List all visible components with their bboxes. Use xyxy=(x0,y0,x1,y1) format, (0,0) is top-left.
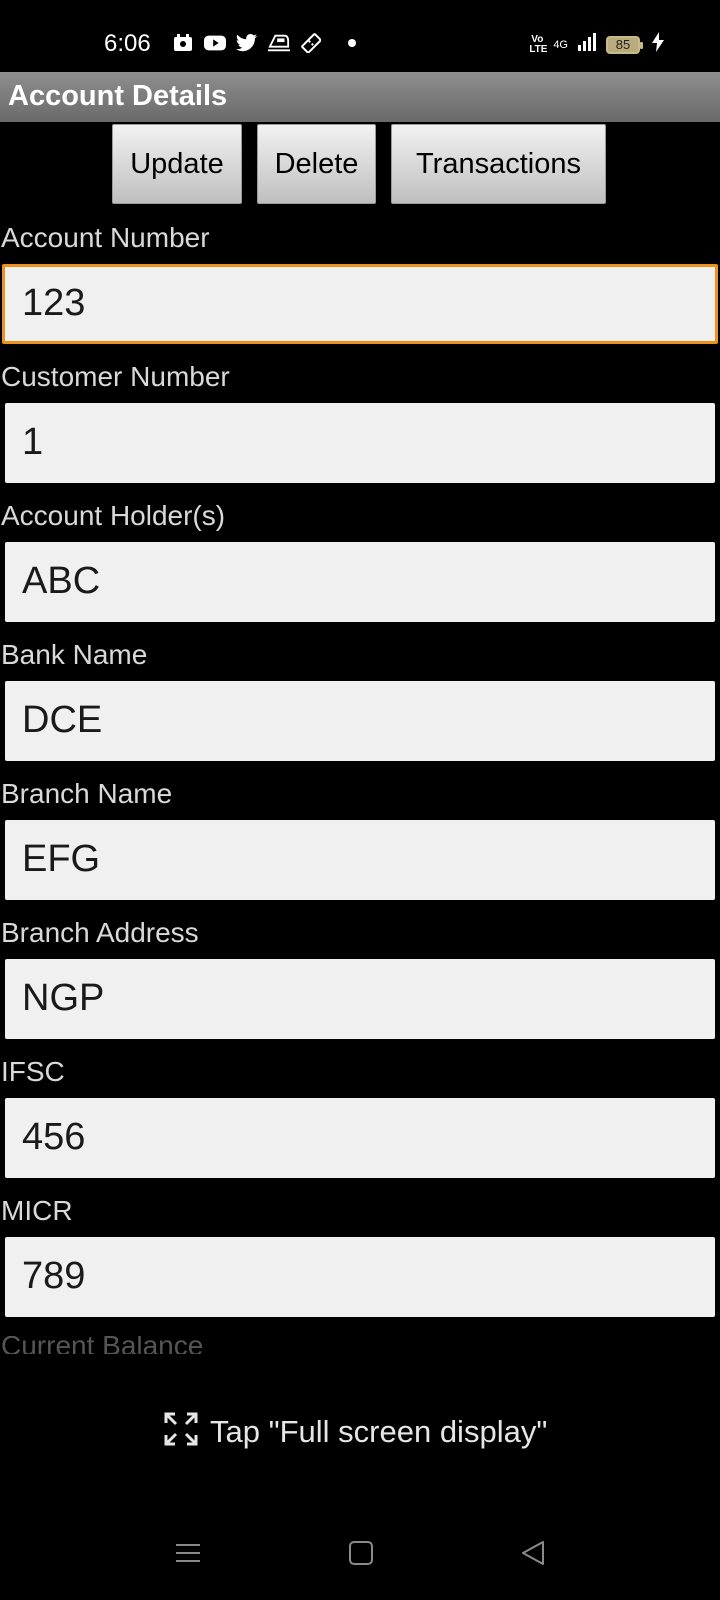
current-balance-label-text: Current Balance xyxy=(1,1336,204,1354)
battery-level: 85 xyxy=(615,37,631,52)
customer-number-label: Customer Number xyxy=(1,361,230,392)
signal-icon xyxy=(578,33,598,56)
home-nav-button[interactable] xyxy=(348,1540,374,1571)
volte-icon: Vo LTE xyxy=(529,33,548,55)
branch-address-field[interactable]: NGP xyxy=(5,959,715,1039)
delete-button[interactable]: Delete xyxy=(257,124,376,204)
account-number-field[interactable]: 123 xyxy=(2,264,718,344)
micr-label: MICR xyxy=(1,1195,73,1226)
fullscreen-hint-text: Tap "Full screen display" xyxy=(210,1413,548,1449)
ifsc-label: IFSC xyxy=(1,1056,65,1087)
notification-icons xyxy=(172,32,356,54)
title-bar: Account Details xyxy=(0,72,720,122)
system-status-icons: Vo LTE 4G 85 xyxy=(529,32,664,57)
branch-name-value: EFG xyxy=(22,838,101,880)
customer-number-value: 1 xyxy=(22,421,44,463)
youtube-icon xyxy=(204,32,226,54)
back-nav-button[interactable] xyxy=(520,1540,546,1571)
branch-name-label: Branch Name xyxy=(1,778,173,809)
battery-icon: 85 xyxy=(606,35,643,54)
ifsc-field[interactable]: 456 xyxy=(5,1098,715,1178)
menu-nav-button[interactable] xyxy=(175,1540,201,1571)
transactions-button[interactable]: Transactions xyxy=(391,124,606,204)
more-notifications-dot xyxy=(348,39,356,47)
charging-icon xyxy=(652,32,664,57)
page-title: Account Details xyxy=(8,80,228,112)
branch-address-label: Branch Address xyxy=(1,917,199,948)
account-holders-label: Account Holder(s) xyxy=(1,500,226,531)
current-balance-label: Current Balance xyxy=(1,1336,203,1354)
fullscreen-hint[interactable]: Tap "Full screen display" xyxy=(164,1412,547,1451)
ifsc-value: 456 xyxy=(22,1116,86,1158)
bank-name-label: Bank Name xyxy=(1,639,148,670)
customer-number-field[interactable]: 1 xyxy=(5,403,715,483)
fullscreen-icon xyxy=(164,1412,198,1451)
account-number-value: 123 xyxy=(22,282,86,324)
train-icon xyxy=(268,32,290,54)
account-holders-value: ABC xyxy=(22,560,101,602)
account-number-label: Account Number xyxy=(1,222,210,253)
bank-name-field[interactable]: DCE xyxy=(5,681,715,761)
bank-name-value: DCE xyxy=(22,699,103,741)
status-bar: 6:06 Vo LTE 4G 85 xyxy=(0,0,720,72)
network-type: 4G xyxy=(553,38,568,51)
ticket-icon xyxy=(300,32,322,54)
update-button[interactable]: Update xyxy=(112,124,242,204)
micr-field[interactable]: 789 xyxy=(5,1237,715,1317)
account-holders-field[interactable]: ABC xyxy=(5,542,715,622)
micr-value: 789 xyxy=(22,1255,86,1297)
status-time: 6:06 xyxy=(104,30,151,57)
branch-address-value: NGP xyxy=(22,977,105,1019)
gallery-icon xyxy=(172,32,194,54)
twitter-icon xyxy=(236,32,258,54)
branch-name-field[interactable]: EFG xyxy=(5,820,715,900)
navigation-bar xyxy=(0,1510,720,1600)
